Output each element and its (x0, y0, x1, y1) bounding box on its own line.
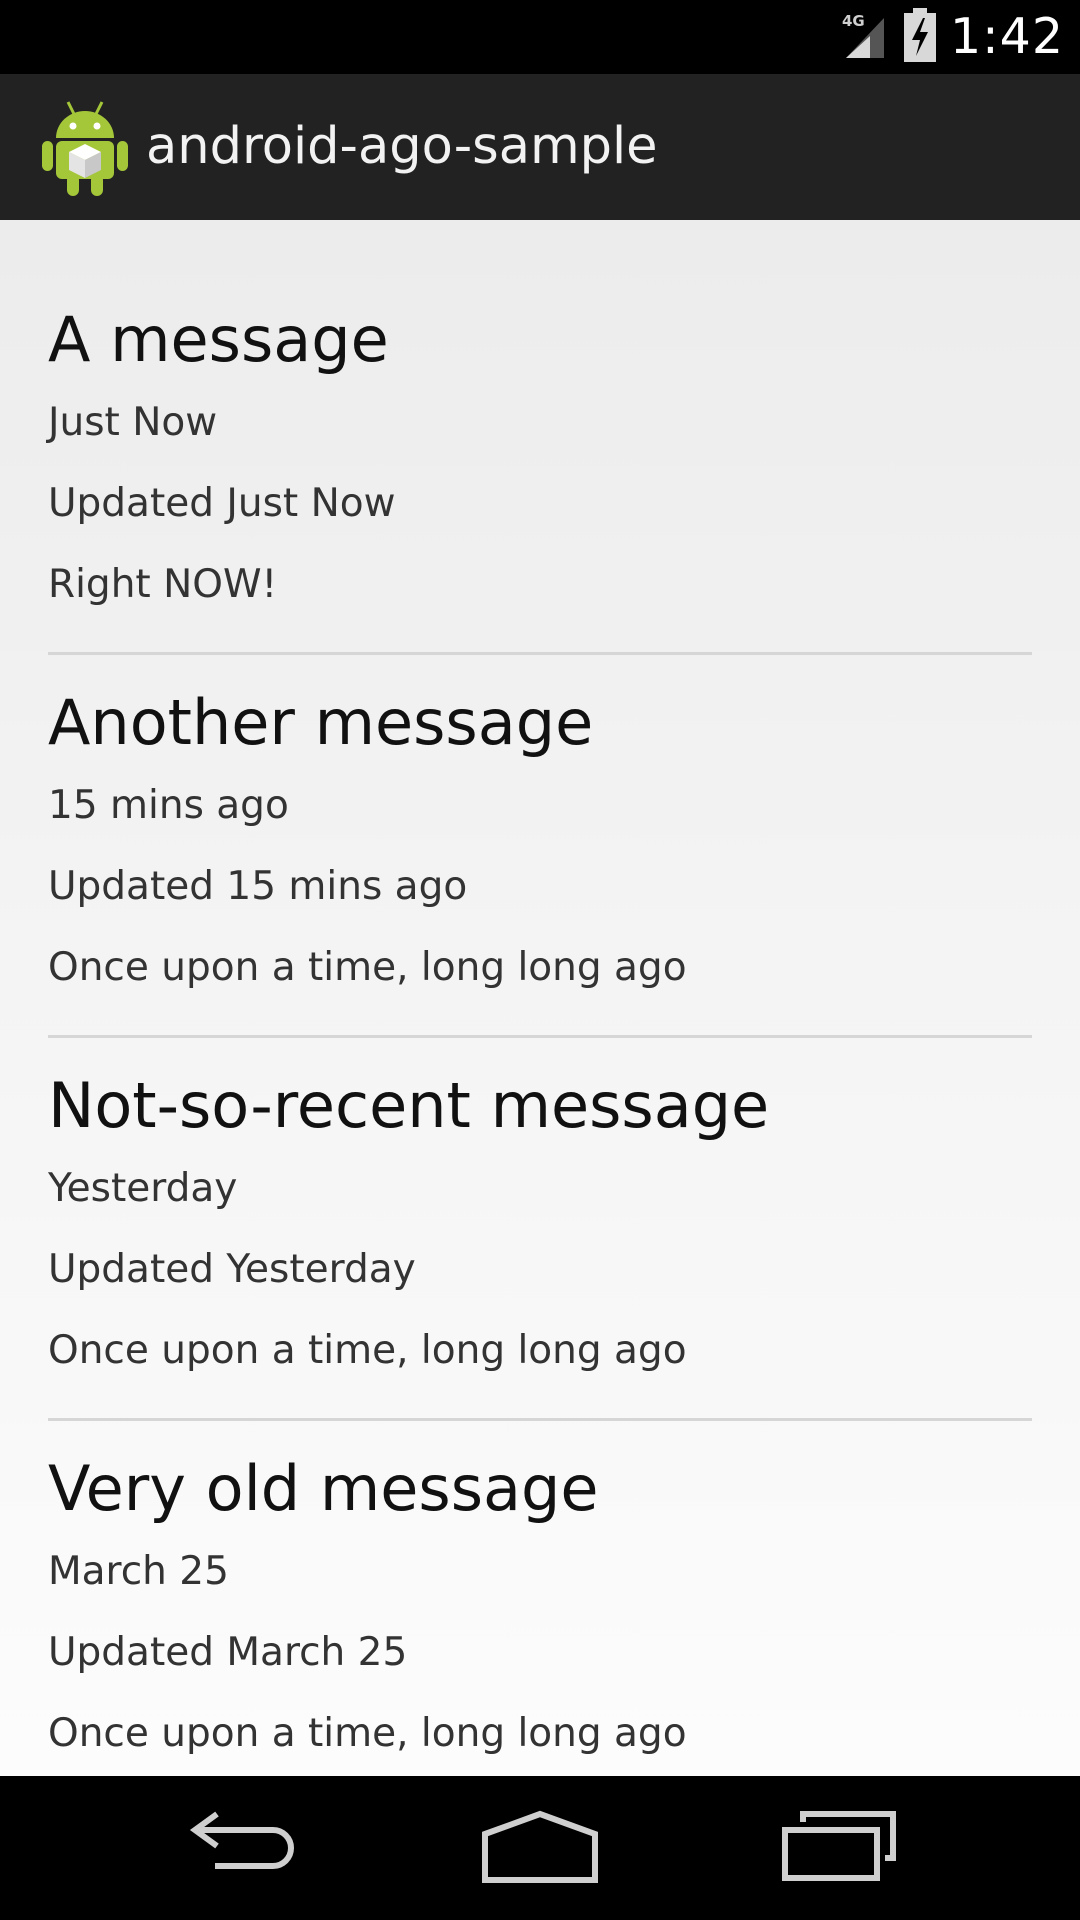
status-time: 1:42 (949, 8, 1064, 65)
battery-charging-icon (903, 8, 936, 66)
action-bar: android-ago-sample (0, 74, 1080, 220)
list-divider (48, 652, 1032, 655)
message-custom-time: Right NOW! (48, 562, 278, 607)
message-updated-time: Updated Yesterday (48, 1247, 416, 1292)
app-title: android-ago-sample (146, 117, 658, 176)
message-title: A message (48, 303, 389, 376)
list-divider (48, 1418, 1032, 1421)
message-updated-time: Updated Just Now (48, 481, 396, 526)
message-relative-time: 15 mins ago (48, 783, 289, 828)
message-title: Another message (48, 686, 594, 759)
message-list: A message Just Now Updated Just Now Righ… (48, 298, 1032, 1774)
list-item[interactable]: A message Just Now Updated Just Now Righ… (48, 298, 1032, 625)
message-relative-time: Just Now (48, 400, 218, 445)
back-icon[interactable] (175, 1808, 305, 1888)
navigation-bar (0, 1776, 1080, 1920)
message-custom-time: Once upon a time, long long ago (48, 1328, 687, 1373)
status-bar: 4G 1:42 (0, 0, 1080, 74)
list-item[interactable]: Very old message March 25 Updated March … (48, 1447, 1032, 1774)
home-icon[interactable] (475, 1808, 605, 1888)
message-relative-time: March 25 (48, 1549, 229, 1594)
recents-icon[interactable] (775, 1808, 905, 1888)
network-type-label: 4G (842, 12, 865, 30)
message-list-container[interactable]: A message Just Now Updated Just Now Righ… (0, 220, 1080, 1776)
message-title: Very old message (48, 1452, 599, 1525)
signal-icon: 4G (840, 10, 890, 64)
list-divider (48, 1035, 1032, 1038)
message-relative-time: Yesterday (48, 1166, 238, 1211)
status-icons: 4G 1:42 (840, 0, 1064, 74)
message-custom-time: Once upon a time, long long ago (48, 1711, 687, 1756)
message-updated-time: Updated 15 mins ago (48, 864, 468, 909)
message-title: Not-so-recent message (48, 1069, 770, 1142)
list-item[interactable]: Not-so-recent message Yesterday Updated … (48, 1064, 1032, 1391)
message-updated-time: Updated March 25 (48, 1630, 408, 1675)
message-custom-time: Once upon a time, long long ago (48, 945, 687, 990)
android-app-icon[interactable] (42, 98, 128, 196)
list-item[interactable]: Another message 15 mins ago Updated 15 m… (48, 681, 1032, 1008)
